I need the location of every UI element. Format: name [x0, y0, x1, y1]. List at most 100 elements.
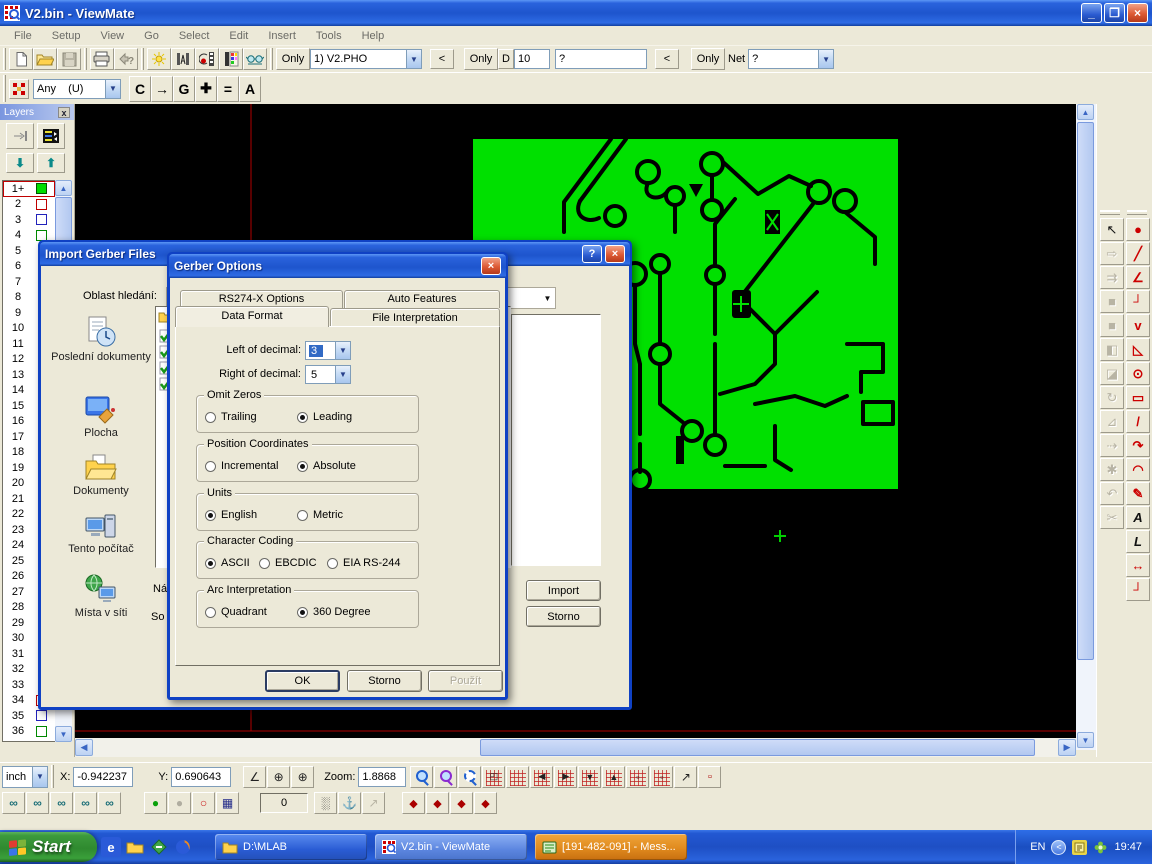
place-documents[interactable]: Dokumenty	[49, 453, 153, 497]
radio-icon[interactable]	[327, 558, 338, 569]
tray-chevron-icon[interactable]: <	[1051, 840, 1066, 855]
dcode-button[interactable]: D	[498, 49, 514, 69]
origin-icon[interactable]: ⊕	[267, 766, 290, 788]
chevron-down-icon[interactable]: ▼	[406, 50, 421, 68]
gerber-select-icon[interactable]: G	[173, 76, 195, 102]
layer-color-swatch[interactable]	[36, 183, 47, 194]
only-dcode-button[interactable]: Only	[464, 48, 498, 70]
grid-settings-icon[interactable]: ◰	[482, 766, 505, 788]
place-network[interactable]: Místa v síti	[49, 573, 153, 619]
radio-selected-icon[interactable]	[297, 607, 308, 618]
angle-measure-icon[interactable]: ∠	[243, 766, 266, 788]
radio-incremental[interactable]: Incremental	[205, 460, 278, 472]
menu-item[interactable]: File	[4, 28, 42, 44]
radio-icon[interactable]	[297, 510, 308, 521]
pattern-select-button[interactable]	[9, 79, 29, 99]
text-l-tool-icon[interactable]: L	[1126, 530, 1150, 553]
rect-tool-icon[interactable]: ▭	[1126, 386, 1150, 409]
view-glasses-icon[interactable]: ∞	[2, 792, 25, 814]
menu-item[interactable]: Select	[169, 28, 220, 44]
close-button[interactable]: ×	[605, 245, 625, 263]
new-file-button[interactable]	[9, 48, 33, 70]
menu-item[interactable]: View	[90, 28, 134, 44]
radio-ebcdic[interactable]: EBCDIC	[259, 557, 317, 569]
place-my-computer[interactable]: Tento počítač	[49, 511, 153, 555]
flash-mode-4-icon[interactable]: ◆	[474, 792, 497, 814]
palette-grip[interactable]	[1100, 210, 1120, 215]
taskbar-task-messenger[interactable]: [191-482-091] - Mess...	[535, 834, 687, 860]
vertical-scrollbar[interactable]: ▲ ▼	[1076, 104, 1096, 750]
stretch-select-icon[interactable]: ↗	[674, 766, 697, 788]
copy-element-icon[interactable]: ⇉	[1100, 266, 1124, 289]
layer-up-icon[interactable]: ⬆	[37, 153, 65, 173]
settings-gear-icon[interactable]: ✱	[1100, 458, 1124, 481]
quicklaunch-firefox-icon[interactable]	[173, 837, 193, 857]
radio-leading[interactable]: Leading	[297, 411, 352, 423]
layers-panel-titlebar[interactable]: Layers x	[0, 104, 74, 120]
menu-item[interactable]: Edit	[219, 28, 258, 44]
anchor-icon[interactable]: ⚓	[338, 792, 361, 814]
flash-mode-1-icon[interactable]: ◆	[402, 792, 425, 814]
any-filter-combo[interactable]: Any (U)▼	[33, 79, 121, 99]
tray-icq-icon[interactable]	[1093, 840, 1108, 855]
pointer-tool-icon[interactable]: ↖	[1100, 218, 1124, 241]
scroll-left-icon[interactable]: ◀	[75, 739, 93, 756]
scroll-thumb[interactable]	[1077, 122, 1094, 660]
radio-selected-icon[interactable]	[205, 558, 216, 569]
area-select-icon[interactable]: ▫	[698, 766, 721, 788]
minimize-button[interactable]: _	[1081, 3, 1102, 23]
layer-row[interactable]: 36	[3, 724, 55, 740]
window-titlebar[interactable]: V2.bin - ViewMate _ ❐ ×	[0, 0, 1152, 26]
tab-file-interpretation[interactable]: File Interpretation	[330, 308, 500, 327]
layer-color-swatch[interactable]	[36, 199, 47, 210]
pen-tool-icon[interactable]: ✎	[1126, 482, 1150, 505]
layer-color-swatch[interactable]	[36, 214, 47, 225]
pan-left-icon[interactable]: ◀	[530, 766, 553, 788]
toolbar-grip[interactable]	[3, 48, 6, 70]
radio-trailing[interactable]: Trailing	[205, 411, 257, 423]
net-prev-button[interactable]: <	[655, 49, 679, 69]
layers-close-icon[interactable]: x	[58, 107, 70, 118]
text-select-icon[interactable]: A	[239, 76, 261, 102]
radio-quadrant[interactable]: Quadrant	[205, 606, 267, 618]
y-coordinate-field[interactable]: 0.690643	[171, 767, 231, 787]
import-button[interactable]: Import	[526, 580, 601, 601]
radio-absolute[interactable]: Absolute	[297, 460, 356, 472]
zoom-selection-icon[interactable]	[434, 766, 457, 788]
bulb-on-icon[interactable]: ●	[144, 792, 167, 814]
step-grid2-icon[interactable]: ▫	[650, 766, 673, 788]
component-select-icon[interactable]: C	[129, 76, 151, 102]
radio-selected-icon[interactable]	[297, 461, 308, 472]
zoom-in-icon[interactable]	[410, 766, 433, 788]
view-glasses-fill-icon[interactable]: ∞	[98, 792, 121, 814]
chevron-down-icon[interactable]: ▼	[32, 767, 47, 787]
brightness-view-button[interactable]	[147, 48, 171, 70]
dcode-filter-input[interactable]: ?	[555, 49, 647, 69]
layer-row[interactable]: 35	[3, 708, 55, 724]
flash-pad-tool-icon[interactable]: ●	[1126, 218, 1150, 241]
close-button[interactable]: ×	[481, 257, 501, 275]
calipers-view-button[interactable]	[171, 48, 195, 70]
help-button[interactable]: ?	[582, 245, 602, 263]
palette-grip[interactable]	[1127, 210, 1147, 215]
tab-data-format[interactable]: Data Format	[175, 306, 329, 327]
scroll-down-icon[interactable]: ▼	[55, 726, 72, 742]
corner2-tool-icon[interactable]: ┘	[1126, 578, 1150, 601]
scroll-down-icon[interactable]: ▼	[1077, 732, 1094, 748]
polyline-tool-icon[interactable]: ∠	[1126, 266, 1150, 289]
colors-view-button[interactable]	[219, 48, 243, 70]
radio-ascii[interactable]: ASCII	[205, 557, 250, 569]
table-icon[interactable]: ▦	[216, 792, 239, 814]
radio-icon[interactable]	[259, 558, 270, 569]
layer-order-button[interactable]	[37, 123, 65, 149]
filled-rect2-icon[interactable]: ■	[1100, 314, 1124, 337]
print-button[interactable]	[90, 48, 114, 70]
right-of-decimal-combo[interactable]: 5 ▼	[305, 365, 351, 384]
chevron-down-icon[interactable]: ▼	[818, 50, 833, 68]
arc-tool-icon[interactable]: ↷	[1126, 434, 1150, 457]
scroll-right-icon[interactable]: ▶	[1058, 739, 1076, 756]
corner-tool-icon[interactable]: ┘	[1126, 290, 1150, 313]
pan-down-icon[interactable]: ▼	[578, 766, 601, 788]
quicklaunch-folder-icon[interactable]	[125, 837, 145, 857]
radio-eia-rs244[interactable]: EIA RS-244	[327, 557, 400, 569]
